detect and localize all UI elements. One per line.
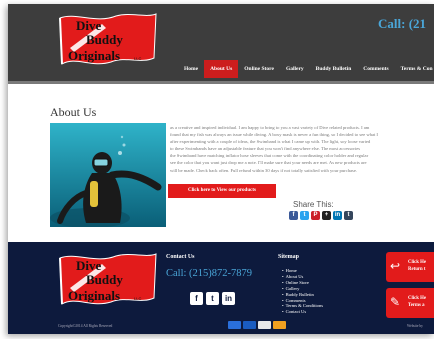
return-arrow-icon: ↩	[390, 259, 401, 273]
twitter-icon[interactable]: t	[300, 211, 309, 220]
terms-button[interactable]: ✎ Click He Terms a	[386, 288, 434, 318]
footer-phone[interactable]: Call: (215)872-7879	[166, 268, 252, 279]
about-line: after experimenting with a couple of ide…	[170, 139, 371, 145]
about-line: will be made. Check back often. Full ref…	[170, 167, 358, 173]
mastercard-icon	[273, 321, 286, 329]
linkedin-icon[interactable]: in	[333, 211, 342, 220]
flag-logo-icon: Dive Buddy Originals LLC	[59, 13, 157, 65]
about-line: found that my fish was always an issue w…	[170, 132, 378, 138]
about-paragraph: as a creative and inspired individual. I…	[170, 124, 434, 174]
sitemap-list: Home About Us Online Store Gallery Buddy…	[282, 268, 323, 315]
svg-text:LLC: LLC	[134, 56, 141, 61]
flag-logo-icon: Dive Buddy Originals LLC	[59, 253, 157, 305]
svg-text:Buddy: Buddy	[86, 272, 123, 287]
copyright-text: Copyright©2014 All Rights Reserved	[58, 324, 113, 328]
social-links: f t in	[190, 292, 235, 305]
terms-button-label: Click He Terms a	[408, 296, 426, 308]
about-line: to these Swimbands have an adjustable fe…	[170, 146, 361, 152]
nav-item-buddy-bulletin[interactable]: Buddy Bulletin	[310, 60, 358, 78]
facebook-icon[interactable]: f	[190, 292, 203, 305]
sitemap-item-contact-us[interactable]: Contact Us	[282, 309, 323, 315]
svg-text:Dive: Dive	[76, 258, 102, 273]
pinterest-icon[interactable]: P	[311, 211, 320, 220]
nav-item-about-us[interactable]: About Us	[204, 60, 239, 78]
amex-card-icon	[228, 321, 241, 329]
main-nav: Home About Us Online Store Gallery Buddy…	[178, 60, 434, 78]
browser-page: Dive Buddy Originals LLC Call: (21 Home …	[8, 4, 434, 334]
nav-item-comments[interactable]: Comments	[357, 60, 394, 78]
sitemap-heading: Sitemap	[278, 254, 299, 260]
plus-icon[interactable]: +	[322, 211, 331, 220]
share-icons: f t P + in t	[289, 211, 353, 220]
site-logo[interactable]: Dive Buddy Originals LLC	[56, 10, 160, 77]
site-header: Dive Buddy Originals LLC Call: (21 Home …	[8, 4, 434, 84]
page-title: About Us	[50, 105, 97, 119]
tumblr-icon[interactable]: t	[344, 211, 353, 220]
share-title: Share This:	[293, 200, 334, 209]
document-icon: ✎	[390, 295, 401, 309]
view-products-button[interactable]: Click here to View our products	[168, 184, 276, 198]
visa-card-icon	[258, 321, 271, 329]
svg-text:Buddy: Buddy	[86, 32, 123, 47]
return-policy-button[interactable]: ↩ Click He Return t	[386, 252, 434, 282]
header-phone[interactable]: Call: (21	[378, 16, 426, 32]
linkedin-icon[interactable]: in	[222, 292, 235, 305]
about-line: see the color that you want just drop me…	[170, 160, 367, 166]
twitter-icon[interactable]: t	[206, 292, 219, 305]
contact-heading: Contact Us	[166, 254, 195, 260]
main-content: About Us as a creative and inspired indi…	[8, 87, 434, 242]
nav-item-terms[interactable]: Terms & Con	[395, 60, 434, 78]
svg-text:LLC: LLC	[134, 296, 141, 301]
about-line: the Swimband have matching inflator hose…	[170, 153, 369, 159]
discover-card-icon	[243, 321, 256, 329]
facebook-icon[interactable]: f	[289, 211, 298, 220]
footer-logo[interactable]: Dive Buddy Originals LLC	[56, 250, 160, 317]
diver-photo	[50, 123, 166, 227]
site-footer: Dive Buddy Originals LLC Contact Us Call…	[8, 242, 434, 334]
svg-text:Dive: Dive	[76, 18, 102, 33]
website-credit[interactable]: Website by	[407, 324, 423, 328]
payment-cards	[228, 321, 286, 329]
return-button-label: Click He Return t	[408, 260, 426, 272]
nav-item-home[interactable]: Home	[178, 60, 204, 78]
about-line: as a creative and inspired individual. I…	[170, 125, 370, 130]
nav-item-gallery[interactable]: Gallery	[280, 60, 310, 78]
svg-text:Originals: Originals	[68, 48, 120, 63]
nav-item-online-store[interactable]: Online Store	[238, 60, 280, 78]
svg-text:Originals: Originals	[68, 288, 120, 303]
